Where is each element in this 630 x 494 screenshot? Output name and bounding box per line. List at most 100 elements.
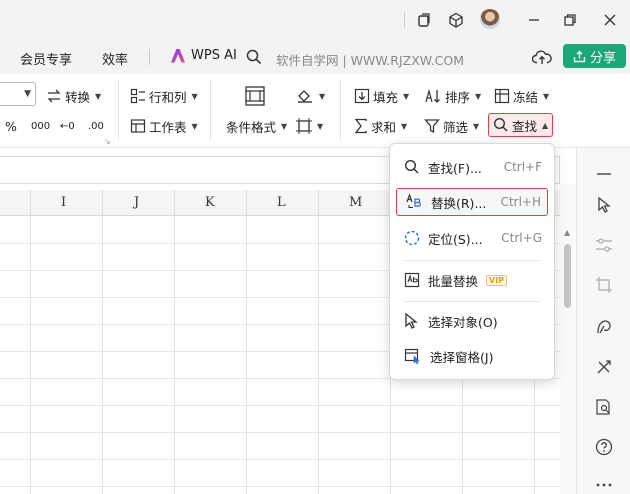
column-label-l[interactable]: L xyxy=(277,195,286,210)
search-icon xyxy=(404,159,419,174)
minimize-icon[interactable] xyxy=(524,10,544,30)
rows-cols-button[interactable]: 行和列 ▼ xyxy=(130,85,198,107)
filter-button[interactable]: 筛选 ▼ xyxy=(424,115,479,137)
grid-line xyxy=(0,405,560,406)
title-bar xyxy=(0,0,630,40)
grid-line xyxy=(30,190,31,494)
cursor-icon[interactable] xyxy=(593,194,615,216)
menu-divider xyxy=(149,49,150,65)
find-button[interactable]: 查找 ▲ xyxy=(488,113,554,137)
right-sidebar xyxy=(576,148,630,494)
menu-item-find-label: 查找(F)... xyxy=(428,160,482,176)
menu-item-selection-pane-label: 选择窗格(J) xyxy=(430,349,494,365)
title-separator xyxy=(404,12,405,28)
conditional-format-button[interactable]: 条件格式 ▼ xyxy=(226,115,287,137)
border-button[interactable]: ▼ xyxy=(296,115,323,137)
cursor-icon xyxy=(405,312,418,329)
help-icon[interactable] xyxy=(593,436,615,458)
column-label-j[interactable]: J xyxy=(134,195,139,210)
menu-item-batch-replace[interactable]: 批量替换 VIP xyxy=(396,266,548,294)
border-icon xyxy=(296,118,312,134)
close-icon[interactable] xyxy=(600,10,620,30)
wps-ai-label: WPS AI xyxy=(191,48,237,63)
sum-button[interactable]: 求和 ▼ xyxy=(354,115,407,137)
conditional-format-icon[interactable] xyxy=(244,85,266,107)
menu-item-batch-replace-label: 批量替换 xyxy=(428,273,479,289)
column-label-i[interactable]: I xyxy=(61,195,66,210)
thousands-button[interactable]: 000 xyxy=(31,115,50,137)
convert-icon xyxy=(47,89,61,103)
grid-line xyxy=(246,190,247,494)
cube-icon[interactable] xyxy=(446,10,466,30)
menu-item-find-shortcut: Ctrl+F xyxy=(503,160,542,174)
goto-icon xyxy=(404,230,420,246)
scrollbar-thumb[interactable] xyxy=(564,244,571,308)
wps-ai-button[interactable]: WPS AI xyxy=(171,48,237,63)
scroll-up-icon[interactable]: ▲ xyxy=(564,228,570,237)
column-label-k[interactable]: K xyxy=(205,195,215,210)
increase-decimal-label: ←0 xyxy=(60,120,75,132)
menu-bar: 会员专享 效率 WPS AI 软件自学网 | WWW.RJZXW.COM 分享 xyxy=(0,40,630,74)
fill-button[interactable]: 填充 ▼ xyxy=(354,85,409,107)
worksheet-button[interactable]: 工作表 ▼ xyxy=(130,115,198,137)
menu-item-replace-label: 替换(R)... xyxy=(431,195,487,211)
window-mode-icon[interactable] xyxy=(414,10,434,30)
cloud-upload-icon[interactable] xyxy=(532,48,552,66)
column-label-m[interactable]: M xyxy=(349,195,362,210)
ribbon-divider xyxy=(340,80,341,140)
menu-item-selection-pane[interactable]: 选择窗格(J) xyxy=(396,342,548,370)
grid-line xyxy=(318,190,319,494)
search-icon xyxy=(493,117,508,132)
fill-color-button[interactable]: ▼ xyxy=(296,85,325,107)
menu-member[interactable]: 会员专享 xyxy=(20,49,72,68)
dialog-launcher-icon[interactable]: ↘ xyxy=(104,137,111,146)
search-hint-text[interactable]: 软件自学网 | WWW.RJZXW.COM xyxy=(276,50,464,69)
sum-label: 求和 xyxy=(371,119,397,135)
menu-item-goto[interactable]: 定位(S)... Ctrl+G xyxy=(396,224,548,252)
rows-cols-icon xyxy=(130,88,145,104)
convert-button[interactable]: 转换 ▼ xyxy=(46,85,101,107)
menu-efficiency[interactable]: 效率 xyxy=(102,49,128,68)
search-icon[interactable] xyxy=(246,49,262,65)
grid-line xyxy=(174,190,175,494)
crop-icon[interactable] xyxy=(593,274,615,296)
share-button[interactable]: 分享 xyxy=(563,44,626,68)
sliders-icon[interactable] xyxy=(593,234,615,256)
percent-label: % xyxy=(5,118,17,134)
worksheet-icon xyxy=(130,119,146,133)
menu-item-find[interactable]: 查找(F)... Ctrl+F xyxy=(396,153,548,181)
decrease-decimal-button[interactable]: .00 xyxy=(88,115,104,137)
share-label: 分享 xyxy=(589,50,616,66)
share-icon xyxy=(573,50,586,62)
tools-icon[interactable] xyxy=(593,356,615,378)
format-combo[interactable]: ▼ xyxy=(0,82,36,106)
grid-line xyxy=(102,190,103,494)
rows-cols-label: 行和列 xyxy=(149,89,187,105)
sigma-icon xyxy=(354,118,367,134)
menu-item-replace-shortcut: Ctrl+H xyxy=(500,195,541,209)
vertical-scrollbar[interactable]: ▲ xyxy=(560,184,576,494)
book-search-icon[interactable] xyxy=(593,396,615,418)
menu-item-select-objects-label: 选择对象(O) xyxy=(428,314,498,330)
menu-item-select-objects[interactable]: 选择对象(O) xyxy=(396,307,548,335)
restore-icon[interactable] xyxy=(560,10,580,30)
avatar[interactable] xyxy=(480,9,500,29)
menu-item-replace[interactable]: 替换(R)... Ctrl+H xyxy=(396,188,548,216)
fill-down-icon xyxy=(354,88,370,104)
freeze-label: 冻结 xyxy=(513,89,539,105)
freeze-button[interactable]: 冻结 ▼ xyxy=(494,85,549,107)
decrease-decimal-label: .00 xyxy=(88,120,104,132)
ribbon-divider xyxy=(210,80,211,140)
sort-button[interactable]: 排序 ▼ xyxy=(424,85,481,107)
freeze-icon xyxy=(494,88,510,104)
filter-icon xyxy=(424,119,440,134)
increase-decimal-button[interactable]: ←0 xyxy=(60,115,75,137)
replace-icon xyxy=(406,193,421,209)
grid-line xyxy=(0,459,560,460)
more-icon[interactable] xyxy=(593,474,615,494)
percent-button[interactable]: % xyxy=(5,115,17,137)
collapse-icon[interactable] xyxy=(593,163,615,185)
fill-label: 填充 xyxy=(373,89,399,105)
paint-icon[interactable] xyxy=(593,316,615,338)
convert-label: 转换 xyxy=(65,89,91,105)
